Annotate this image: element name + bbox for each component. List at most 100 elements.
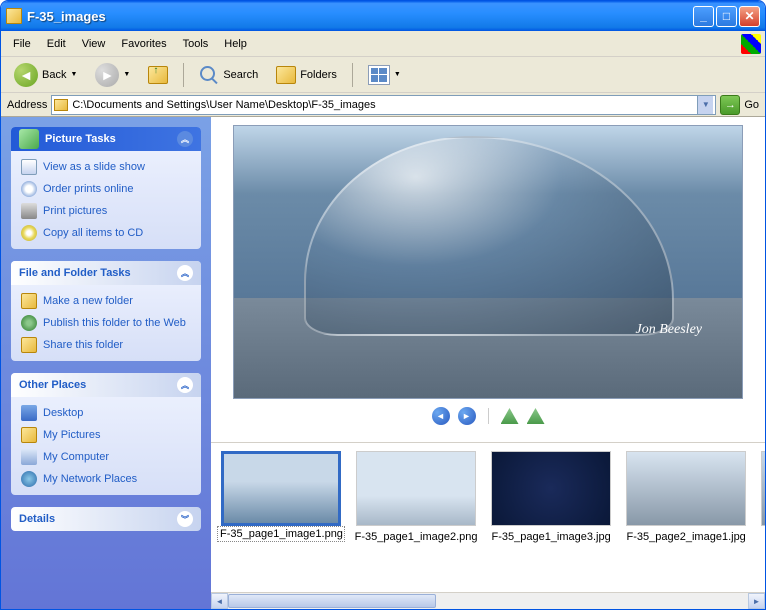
details-header[interactable]: Details ︾ bbox=[11, 507, 201, 531]
thumbnail-image bbox=[761, 451, 765, 526]
folder-icon bbox=[21, 427, 37, 443]
scroll-left-button[interactable]: ◄ bbox=[211, 593, 228, 609]
thumbnail-image bbox=[221, 451, 341, 526]
tasks-sidebar: Picture Tasks ︽ View as a slide show Ord… bbox=[1, 117, 211, 609]
search-button[interactable]: Search bbox=[192, 61, 265, 89]
place-label: My Computer bbox=[43, 451, 109, 463]
details-panel: Details ︾ bbox=[11, 507, 201, 531]
task-share-folder[interactable]: Share this folder bbox=[21, 337, 191, 353]
folders-button[interactable]: Folders bbox=[269, 62, 344, 88]
up-button[interactable] bbox=[141, 62, 175, 88]
chevron-down-icon: ▼ bbox=[70, 71, 77, 78]
place-label: My Network Places bbox=[43, 473, 137, 485]
pictures-icon bbox=[19, 129, 39, 149]
menu-view[interactable]: View bbox=[74, 35, 114, 53]
address-dropdown[interactable]: ▼ bbox=[697, 96, 713, 114]
menu-help[interactable]: Help bbox=[216, 35, 255, 53]
share-icon bbox=[21, 337, 37, 353]
folder-icon bbox=[6, 8, 22, 24]
thumbnail-item[interactable]: F-35_page2_image1.jpg bbox=[622, 451, 750, 544]
address-input[interactable]: C:\Documents and Settings\User Name\Desk… bbox=[51, 95, 716, 115]
panel-title: Picture Tasks bbox=[45, 133, 116, 145]
place-my-pictures[interactable]: My Pictures bbox=[21, 427, 191, 443]
separator bbox=[488, 408, 489, 424]
windows-flag-icon[interactable] bbox=[741, 34, 761, 54]
minimize-button[interactable]: _ bbox=[693, 6, 714, 27]
search-label: Search bbox=[223, 69, 258, 81]
place-network[interactable]: My Network Places bbox=[21, 471, 191, 487]
address-label: Address bbox=[7, 99, 47, 111]
task-print[interactable]: Print pictures bbox=[21, 203, 191, 219]
other-places-header[interactable]: Other Places ︽ bbox=[11, 373, 201, 397]
maximize-button[interactable]: □ bbox=[716, 6, 737, 27]
menu-edit[interactable]: Edit bbox=[39, 35, 74, 53]
task-copy-cd[interactable]: Copy all items to CD bbox=[21, 225, 191, 241]
task-new-folder[interactable]: Make a new folder bbox=[21, 293, 191, 309]
thumbnail-label: F-35_page1_image2.png bbox=[352, 530, 480, 544]
forward-arrow-icon: ► bbox=[95, 63, 119, 87]
preview-image[interactable]: Jon Beesley bbox=[233, 125, 743, 399]
network-icon bbox=[21, 471, 37, 487]
scroll-right-button[interactable]: ► bbox=[748, 593, 765, 609]
place-desktop[interactable]: Desktop bbox=[21, 405, 191, 421]
task-publish-web[interactable]: Publish this folder to the Web bbox=[21, 315, 191, 331]
panel-title: Details bbox=[19, 513, 55, 525]
place-label: Desktop bbox=[43, 407, 83, 419]
new-folder-icon bbox=[21, 293, 37, 309]
address-path: C:\Documents and Settings\User Name\Desk… bbox=[72, 99, 697, 111]
thumbnail-image bbox=[626, 451, 746, 526]
window-title: F-35_images bbox=[27, 9, 693, 24]
thumbnail-image bbox=[356, 451, 476, 526]
menubar: File Edit View Favorites Tools Help bbox=[1, 31, 765, 57]
desktop-icon bbox=[21, 405, 37, 421]
filmstrip[interactable]: F-35_page1_image1.png F-35_page1_image2.… bbox=[211, 442, 765, 592]
preview-controls: ◄ ► bbox=[424, 399, 553, 433]
go-button[interactable]: → bbox=[720, 95, 740, 115]
thumbnail-item[interactable]: F-35_page1_image1.png bbox=[217, 451, 345, 542]
thumbnail-label: F-35_page1_image3.jpg bbox=[487, 530, 615, 544]
thumbnail-item[interactable]: F-35_page1_image3.jpg bbox=[487, 451, 615, 544]
place-label: My Pictures bbox=[43, 429, 100, 441]
task-label: Copy all items to CD bbox=[43, 227, 143, 239]
slideshow-icon bbox=[21, 159, 37, 175]
picture-tasks-header[interactable]: Picture Tasks ︽ bbox=[11, 127, 201, 151]
globe-icon bbox=[21, 315, 37, 331]
back-label: Back bbox=[42, 69, 66, 81]
task-slideshow[interactable]: View as a slide show bbox=[21, 159, 191, 175]
menu-tools[interactable]: Tools bbox=[175, 35, 217, 53]
task-label: Make a new folder bbox=[43, 295, 133, 307]
titlebar[interactable]: F-35_images _ □ ✕ bbox=[1, 1, 765, 31]
rotate-ccw-button[interactable] bbox=[501, 408, 519, 424]
horizontal-scrollbar[interactable]: ◄ ► bbox=[211, 592, 765, 609]
preview-area: Jon Beesley ◄ ► bbox=[211, 117, 765, 442]
folder-up-icon bbox=[148, 66, 168, 84]
place-my-computer[interactable]: My Computer bbox=[21, 449, 191, 465]
panel-title: Other Places bbox=[19, 379, 86, 391]
folder-icon bbox=[54, 99, 68, 111]
task-label: Share this folder bbox=[43, 339, 123, 351]
next-image-button[interactable]: ► bbox=[458, 407, 476, 425]
menu-favorites[interactable]: Favorites bbox=[113, 35, 174, 53]
prev-image-button[interactable]: ◄ bbox=[432, 407, 450, 425]
folders-icon bbox=[276, 66, 296, 84]
forward-button[interactable]: ► ▼ bbox=[88, 59, 137, 91]
chevron-down-icon: ▼ bbox=[123, 71, 130, 78]
back-button[interactable]: ◄ Back ▼ bbox=[7, 59, 84, 91]
task-label: Print pictures bbox=[43, 205, 107, 217]
computer-icon bbox=[21, 449, 37, 465]
rotate-cw-button[interactable] bbox=[527, 408, 545, 424]
go-label: Go bbox=[744, 99, 759, 111]
scroll-track[interactable] bbox=[228, 593, 748, 609]
folders-label: Folders bbox=[300, 69, 337, 81]
task-order-prints[interactable]: Order prints online bbox=[21, 181, 191, 197]
separator bbox=[352, 63, 353, 87]
file-tasks-header[interactable]: File and Folder Tasks ︽ bbox=[11, 261, 201, 285]
order-icon bbox=[21, 181, 37, 197]
views-button[interactable]: ▼ bbox=[361, 61, 408, 89]
thumbnail-item[interactable]: F-35_page1_image2.png bbox=[352, 451, 480, 544]
task-label: Publish this folder to the Web bbox=[43, 317, 186, 329]
menu-file[interactable]: File bbox=[5, 35, 39, 53]
thumbnail-item[interactable]: F-35_p bbox=[757, 451, 765, 544]
scroll-thumb[interactable] bbox=[228, 594, 436, 608]
close-button[interactable]: ✕ bbox=[739, 6, 760, 27]
